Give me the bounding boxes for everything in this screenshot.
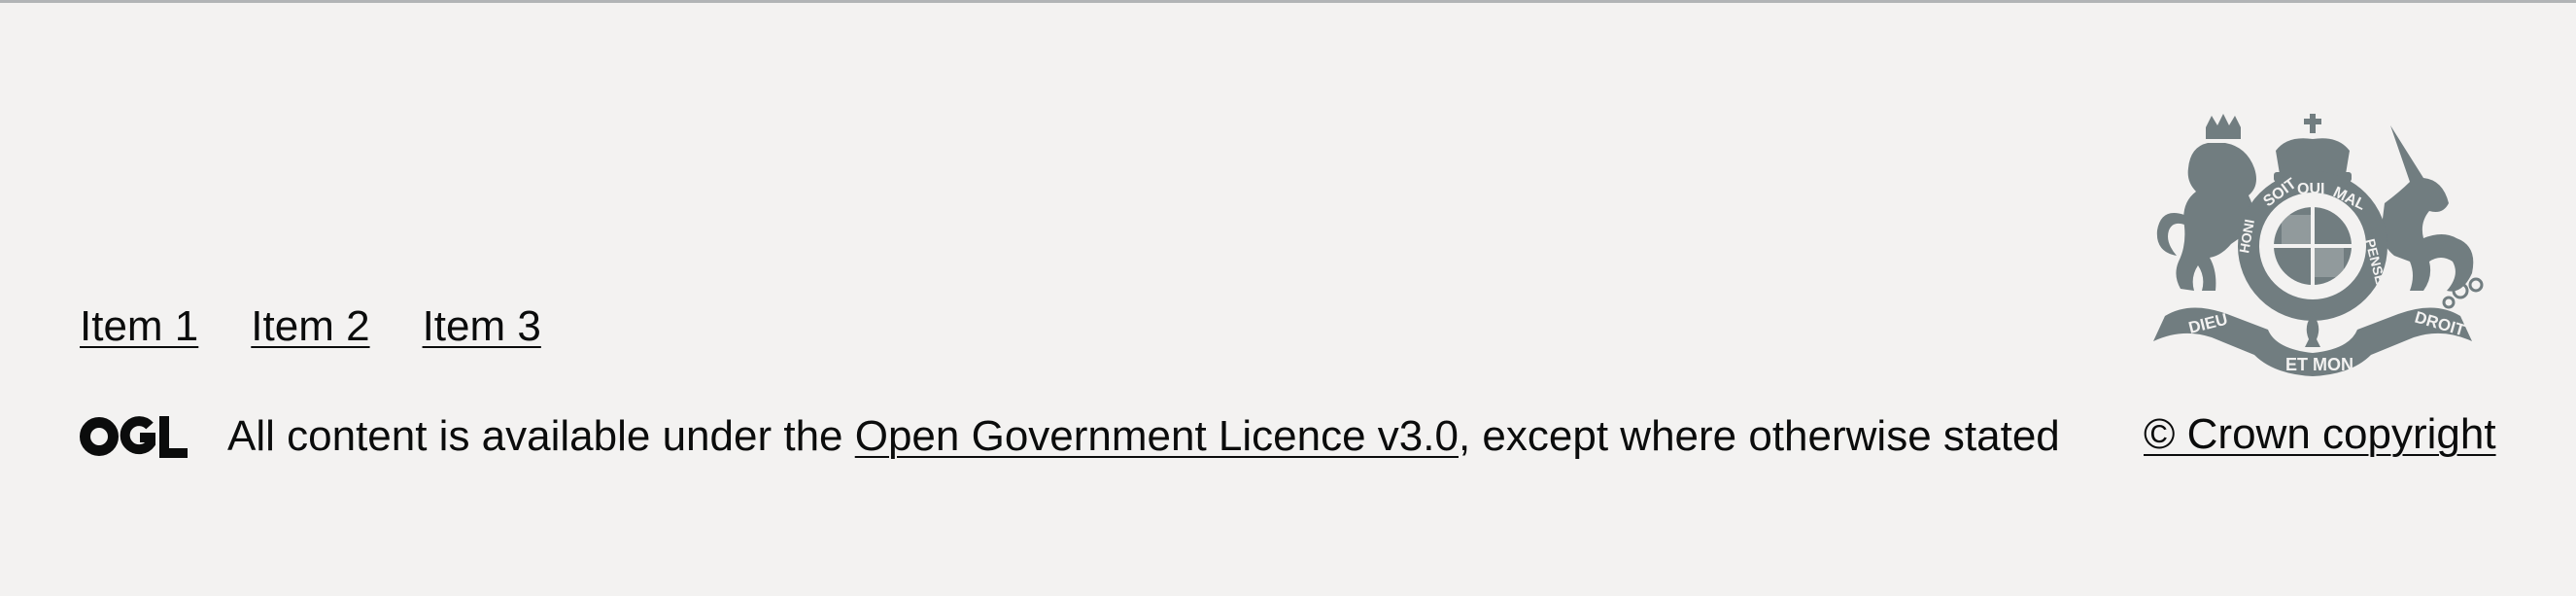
page-footer: Item 1 Item 2 Item 3 All content is avai…	[0, 0, 2576, 596]
licence-suffix: , except where otherwise stated	[1458, 412, 2060, 460]
footer-nav-item: Item 2	[251, 300, 369, 353]
footer-link-item-2[interactable]: Item 2	[251, 302, 369, 350]
footer-nav-list: Item 1 Item 2 Item 3	[80, 300, 541, 353]
copyright: © Crown copyright	[2144, 407, 2496, 462]
licence-row: All content is available under the Open …	[80, 407, 2060, 466]
footer-nav-item: Item 3	[423, 300, 541, 353]
licence-text: All content is available under the Open …	[227, 409, 2060, 464]
footer-link-item-3[interactable]: Item 3	[423, 302, 541, 350]
crown-copyright-link[interactable]: © Crown copyright	[2144, 410, 2496, 458]
footer-link-item-1[interactable]: Item 1	[80, 302, 198, 350]
licence-prefix: All content is available under the	[227, 412, 855, 460]
open-government-licence-link[interactable]: Open Government Licence v3.0	[855, 412, 1459, 460]
footer-nav-item: Item 1	[80, 300, 198, 353]
ogl-logo-icon	[80, 416, 188, 458]
svg-text:QUI: QUI	[2297, 181, 2324, 197]
crest-motto-bottom: ET MON	[2285, 355, 2353, 374]
royal-coat-of-arms-icon: SOIT QUI MAL PENSE HONI DIEU DROIT ET MO…	[2153, 114, 2484, 376]
